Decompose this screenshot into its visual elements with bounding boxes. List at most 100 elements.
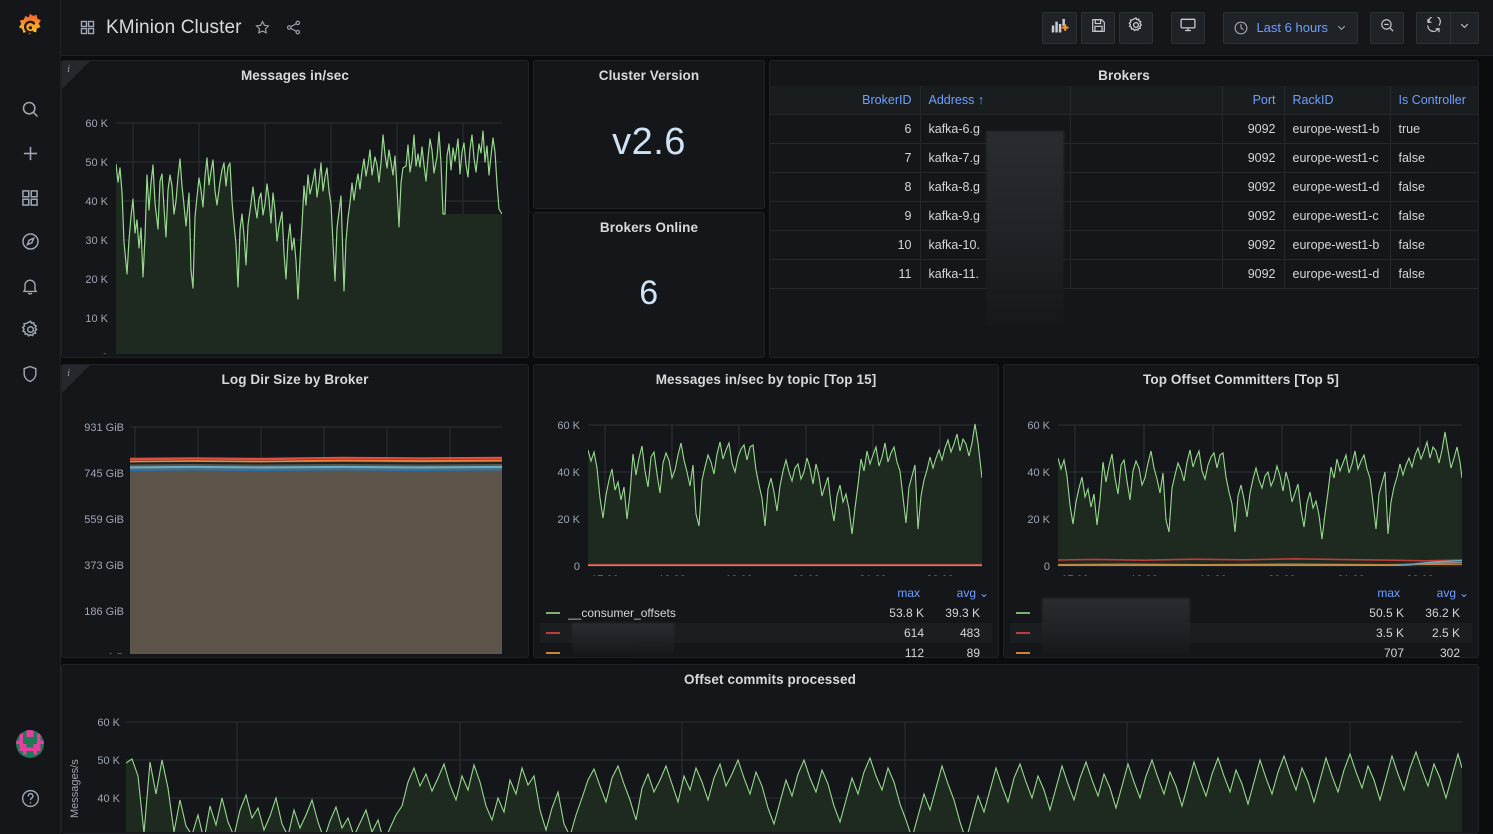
- legend-item[interactable]: 614 483: [540, 623, 992, 643]
- column-header-blank[interactable]: [1070, 86, 1223, 115]
- help-button[interactable]: [0, 784, 61, 818]
- table-row[interactable]: 11 kafka-11. 9092 europe-west1-d false: [770, 259, 1478, 289]
- search-icon: [20, 99, 41, 125]
- cell-port: 9092: [1222, 259, 1285, 289]
- cell-is-controller: true: [1390, 114, 1478, 144]
- svg-text:19:00: 19:00: [725, 574, 753, 576]
- legend-color-swatch: [1016, 632, 1030, 634]
- avatar[interactable]: [16, 730, 44, 758]
- legend-header-avg[interactable]: avg: [920, 586, 976, 600]
- sidebar-item-server-admin[interactable]: [0, 354, 61, 398]
- question-circle-icon: [20, 788, 41, 814]
- legend-value-avg: 302: [1439, 646, 1460, 658]
- svg-text:60 K: 60 K: [85, 118, 108, 130]
- timeseries-plot-top-offset-committers[interactable]: 60 K 40 K 20 K 0: [1004, 390, 1478, 576]
- svg-text:373 GiB: 373 GiB: [84, 560, 124, 572]
- cell-broker-id: 10: [770, 230, 921, 260]
- table-row[interactable]: 10 kafka-10. 9092 europe-west1-b false: [770, 230, 1478, 260]
- cell-blank: [1070, 172, 1223, 202]
- panel-offset-commits-processed: Offset commits processed Messages/s 60 K…: [61, 664, 1479, 834]
- table-row[interactable]: 8 kafka-8.g 9092 europe-west1-d false: [770, 172, 1478, 202]
- cycle-view-mode-button[interactable]: [1171, 11, 1206, 44]
- sidebar-item-dashboards[interactable]: [0, 178, 61, 222]
- legend-item[interactable]: __consumer_offsets 53.8 K 39.3 K: [540, 603, 992, 623]
- timeseries-plot-log-dir-size[interactable]: 931 GiB 745 GiB 559 GiB 373 GiB 186 GiB 0 B: [62, 390, 528, 654]
- svg-text:559 GiB: 559 GiB: [84, 514, 124, 526]
- legend-item[interactable]: 112 89: [540, 643, 992, 658]
- panel-info-corner[interactable]: [62, 61, 90, 89]
- cell-is-controller: false: [1390, 230, 1478, 260]
- legend-header-max[interactable]: max: [864, 586, 920, 600]
- column-header-is-controller[interactable]: Is Controller: [1390, 86, 1478, 115]
- sidebar-item-explore[interactable]: [0, 222, 61, 266]
- cell-broker-id: 7: [770, 143, 921, 173]
- sidebar-item-search[interactable]: [0, 90, 61, 134]
- table-row[interactable]: 6 kafka-6.g 9092 europe-west1-b true: [770, 114, 1478, 144]
- page-title[interactable]: KMinion Cluster: [106, 17, 242, 39]
- panel-log-dir-size: i Log Dir Size by Broker 931 GiB 745 GiB 5…: [61, 364, 529, 658]
- svg-text:30 K: 30 K: [97, 831, 120, 832]
- refresh-interval-picker[interactable]: [1450, 11, 1479, 44]
- chevron-down-icon: ⌄: [979, 586, 990, 600]
- sidebar-item-alerting[interactable]: [0, 266, 61, 310]
- timeseries-plot-messages-by-topic[interactable]: 60 K 40 K 20 K 0: [534, 390, 998, 576]
- legend-header-max[interactable]: max: [1344, 586, 1400, 600]
- cell-address: kafka-8.g: [920, 172, 1071, 202]
- legend-color-swatch: [1016, 652, 1030, 654]
- nav-bottom-group: [0, 730, 61, 834]
- legend-value-max: 50.5 K: [1369, 606, 1404, 620]
- dashboard-settings-button[interactable]: [1119, 11, 1154, 44]
- brokers-table[interactable]: BrokerID Address ↑ Port RackID Is Contro…: [770, 86, 1478, 289]
- cell-port: 9092: [1222, 201, 1285, 231]
- panel-info-corner[interactable]: [62, 365, 90, 393]
- cell-blank: [1070, 201, 1223, 231]
- svg-text:40 K: 40 K: [85, 196, 108, 208]
- svg-text:22:00: 22:00: [926, 574, 954, 576]
- refresh-picker: [1416, 11, 1479, 44]
- column-header-broker-id[interactable]: BrokerID: [770, 86, 921, 115]
- column-header-port[interactable]: Port: [1222, 86, 1285, 115]
- monitor-icon: [1179, 16, 1197, 39]
- svg-text:50 K: 50 K: [97, 755, 120, 767]
- column-header-address[interactable]: Address ↑: [920, 86, 1071, 115]
- sidebar-item-create[interactable]: [0, 134, 61, 178]
- svg-text:20 K: 20 K: [1027, 514, 1050, 526]
- refresh-button[interactable]: [1416, 11, 1450, 44]
- legend-value-max: 112: [904, 646, 924, 658]
- add-panel-button[interactable]: [1042, 11, 1078, 44]
- svg-text:60 K: 60 K: [1027, 420, 1050, 432]
- legend-value-avg: 483: [959, 626, 980, 640]
- cell-blank: [1070, 230, 1223, 260]
- save-dashboard-button[interactable]: [1081, 11, 1116, 44]
- svg-text:17:00: 17:00: [591, 574, 619, 576]
- apps-grid-icon: [79, 19, 96, 36]
- legend-item[interactable]: 3.5 K 2.5 K: [1010, 623, 1472, 643]
- grafana-dashboard-app: KMinion Cluster Last 6 hours i Messages …: [0, 0, 1493, 834]
- zoom-out-icon: [1379, 17, 1396, 39]
- timeseries-plot-messages-in-sec[interactable]: 60 K 50 K 40 K 30 K 20 K 10 K 0: [62, 86, 528, 354]
- star-icon[interactable]: [252, 17, 273, 38]
- cell-blank: [1070, 259, 1223, 289]
- chevron-down-icon: [1458, 19, 1471, 37]
- time-zoom-out-button[interactable]: [1370, 11, 1404, 44]
- column-header-rack-id[interactable]: RackID: [1284, 86, 1391, 115]
- legend-series-name: __consumer_offsets: [568, 606, 676, 620]
- legend-item[interactable]: 50.5 K 36.2 K: [1010, 603, 1472, 623]
- sidebar-item-configuration[interactable]: [0, 310, 61, 354]
- legend-item[interactable]: 707 302: [1010, 643, 1472, 658]
- legend-header-avg[interactable]: avg: [1400, 586, 1456, 600]
- refresh-icon: [1425, 14, 1442, 39]
- table-row[interactable]: 9 kafka-9.g 9092 europe-west1-c false: [770, 201, 1478, 231]
- grafana-logo[interactable]: [0, 0, 61, 57]
- timeseries-plot-offset-commits[interactable]: Messages/s 60 K 50 K 40 K 30 K: [62, 690, 1478, 832]
- svg-text:22:00: 22:00: [1406, 574, 1434, 576]
- share-icon[interactable]: [283, 17, 304, 38]
- chevron-down-icon: ⌄: [1459, 586, 1470, 600]
- plus-icon: [20, 143, 41, 169]
- legend-messages-by-topic: max avg ⌄ __consumer_offsets 53.8 K 39.3…: [534, 584, 998, 658]
- svg-text:0: 0: [102, 352, 108, 354]
- table-row[interactable]: 7 kafka-7.g 9092 europe-west1-c false: [770, 143, 1478, 173]
- dashboard-canvas: i Messages in/sec 60 K 50 K 40 K 30 K 20 K1…: [61, 56, 1493, 834]
- time-range-picker[interactable]: Last 6 hours: [1223, 11, 1358, 44]
- svg-text:10 K: 10 K: [85, 313, 108, 325]
